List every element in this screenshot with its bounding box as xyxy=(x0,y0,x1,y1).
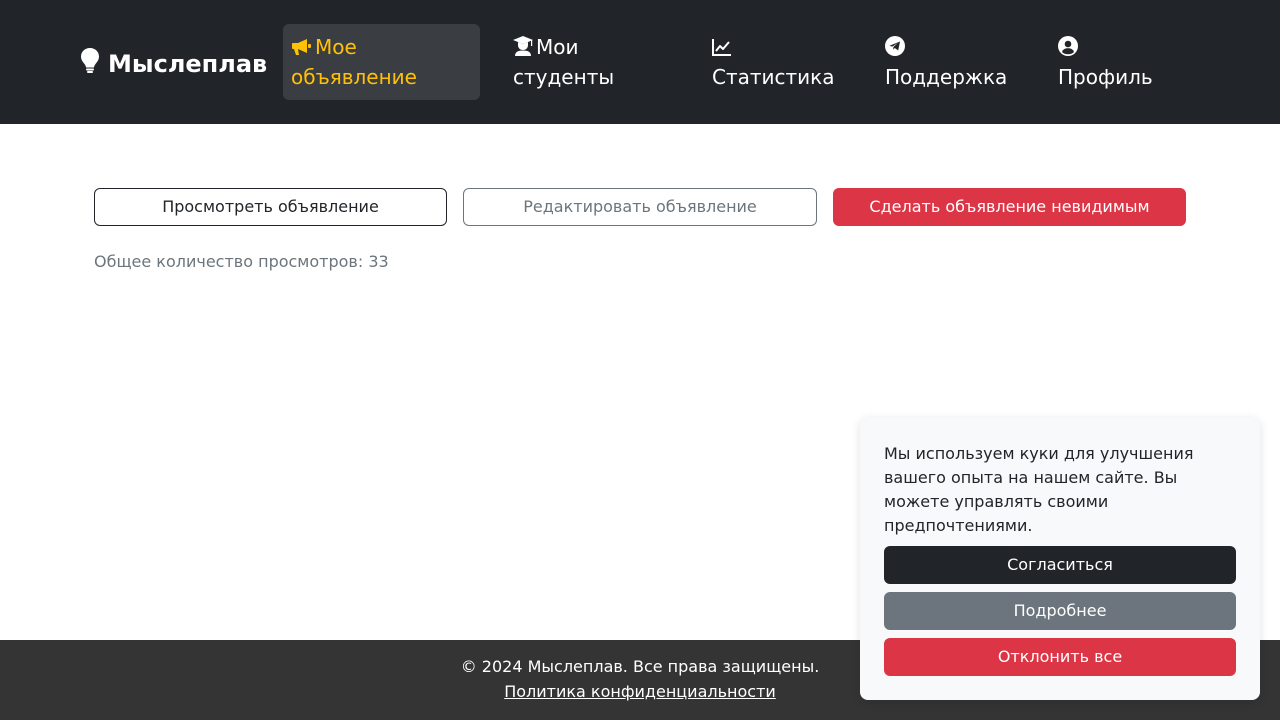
cookie-details-button[interactable]: Подробнее xyxy=(884,592,1236,630)
nav-item-profile[interactable]: Профиль xyxy=(1050,24,1190,100)
cookie-banner: Мы используем куки для улучшения вашего … xyxy=(860,418,1260,700)
graduate-icon xyxy=(513,36,533,56)
navbar: Мыслеплав Мое объявление Мои студенты Ст… xyxy=(0,0,1280,124)
nav-item-label: Поддержка xyxy=(885,65,1008,89)
nav-item-my-ad[interactable]: Мое объявление xyxy=(283,24,480,100)
privacy-policy-link[interactable]: Политика конфиденциальности xyxy=(504,682,776,701)
views-count: Общее количество просмотров: 33 xyxy=(94,252,389,271)
edit-ad-button[interactable]: Редактировать объявление xyxy=(463,188,817,226)
view-ad-button[interactable]: Просмотреть объявление xyxy=(94,188,447,226)
reject-cookies-button[interactable]: Отклонить все xyxy=(884,638,1236,676)
nav-item-statistics[interactable]: Статистика xyxy=(704,24,864,100)
nav-item-label: Статистика xyxy=(712,65,835,89)
nav-item-my-students[interactable]: Мои студенты xyxy=(505,24,685,100)
brand-logo[interactable]: Мыслеплав xyxy=(80,47,267,80)
telegram-icon xyxy=(885,36,905,56)
user-circle-icon xyxy=(1058,36,1078,56)
cookie-message: Мы используем куки для улучшения вашего … xyxy=(884,444,1194,535)
chart-line-icon xyxy=(712,38,732,56)
lightbulb-icon xyxy=(80,47,108,80)
hide-ad-button[interactable]: Сделать объявление невидимым xyxy=(833,188,1186,226)
nav-item-label: Профиль xyxy=(1058,65,1153,89)
brand-name: Мыслеплав xyxy=(108,49,268,78)
accept-cookies-button[interactable]: Согласиться xyxy=(884,546,1236,584)
megaphone-icon xyxy=(291,38,312,56)
nav-item-support[interactable]: Поддержка xyxy=(877,24,1037,100)
